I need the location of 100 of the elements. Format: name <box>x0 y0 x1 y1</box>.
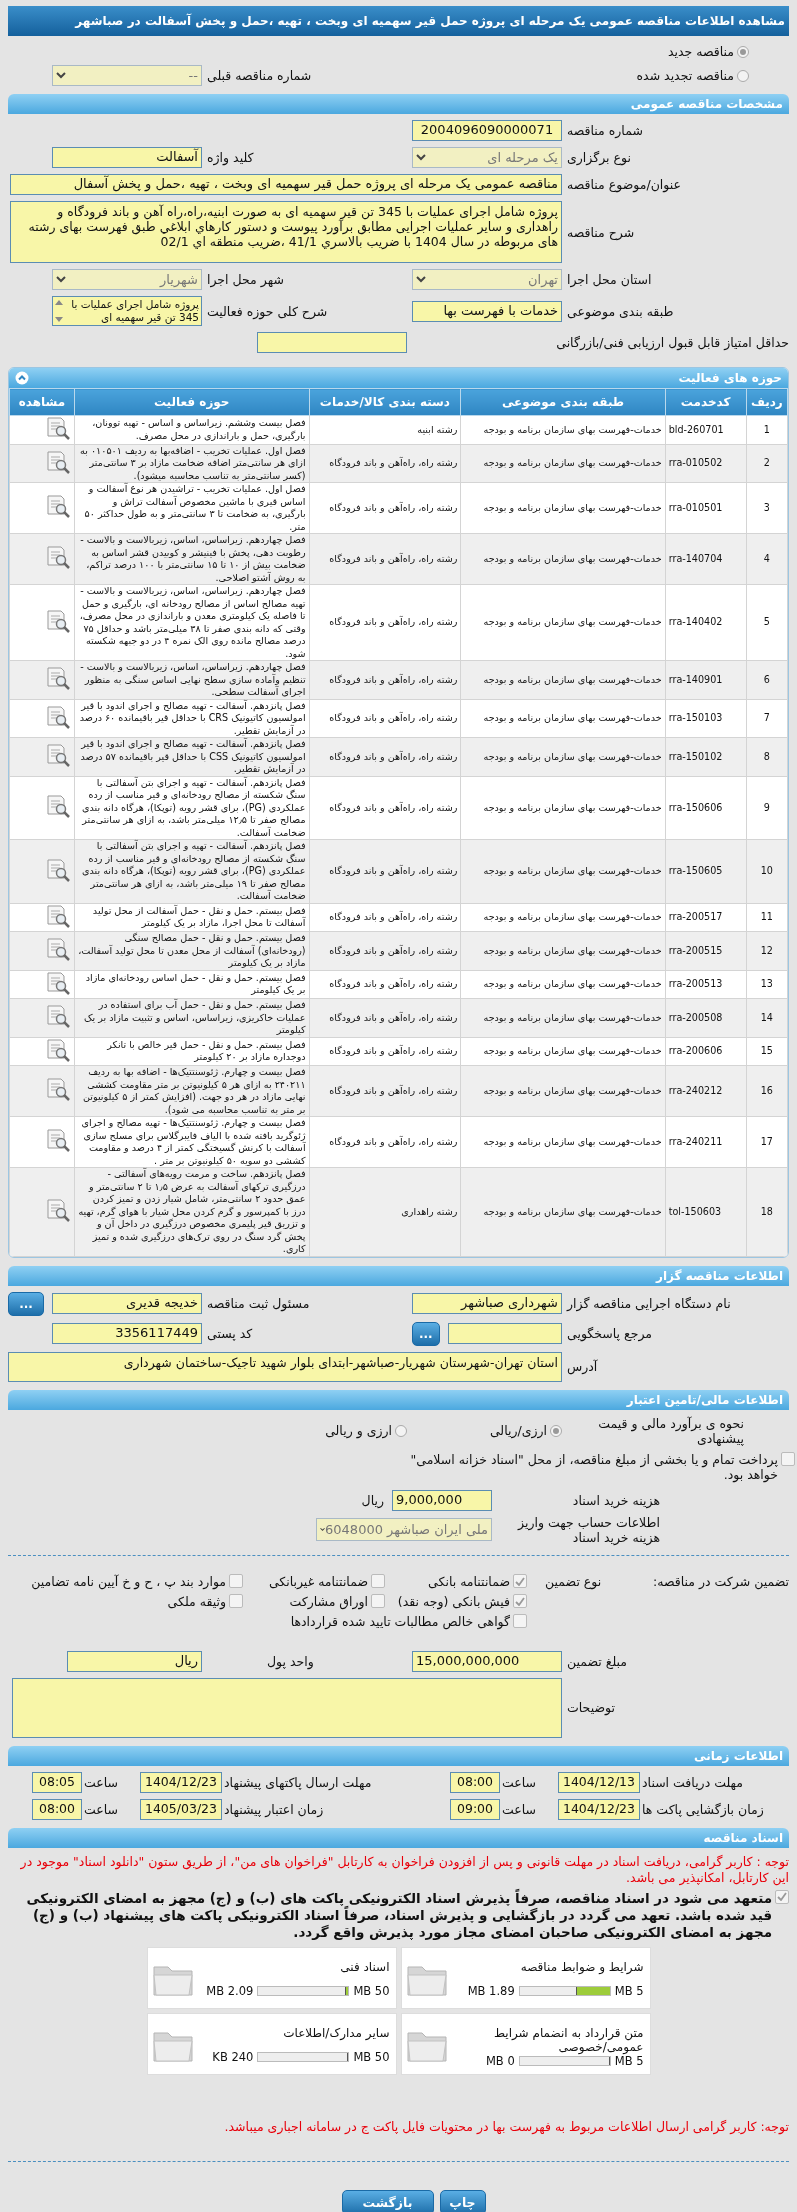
table-cell: رشته راهداری <box>309 1167 461 1256</box>
table-cell: خدمات-فهرست بهای سازمان برنامه و بودجه <box>460 839 666 903</box>
table-cell: فصل چهاردهم. زیراساس، اساس، زیربالاست و بالاست - تنظیم وآماده سازی سطح نهایی اساس سنگی به منظور اجرای آسفالت سطحی. <box>74 660 310 699</box>
date-field[interactable]: 08:00 <box>450 1771 500 1793</box>
checkbox[interactable] <box>775 1889 789 1904</box>
text-field[interactable]: خدیجه قدیری <box>52 1293 202 1314</box>
document-search-icon[interactable] <box>44 743 71 767</box>
date-field[interactable]: 1405/03/23 <box>140 1798 222 1820</box>
checkbox[interactable] <box>229 1574 244 1588</box>
radio-option[interactable]: مناقصه تجدید شده <box>567 68 789 83</box>
radio-button[interactable] <box>737 69 749 82</box>
table-cell: فصل پانزدهم. آسفالت - تهیه مصالح و اجرای اندود با قیر امولسیون کاتیونیک CSS با حداقل قیر باقیمانده ۵۷ درصد در آزمایش تقطیر. <box>74 737 310 776</box>
date-field[interactable]: 1404/12/23 <box>140 1771 222 1793</box>
field-label: تضمین شرکت در مناقصه: <box>653 1573 789 1592</box>
checkbox-option[interactable]: ضمانتنامه بانکی <box>428 1573 528 1589</box>
document-search-icon[interactable] <box>44 608 71 633</box>
document-search-icon[interactable] <box>44 1037 71 1062</box>
document-search-icon[interactable] <box>44 1077 71 1102</box>
radio-button[interactable] <box>395 1424 407 1437</box>
document-search-icon[interactable] <box>44 1128 71 1153</box>
dropdown[interactable]: یک مرحله ای <box>412 147 562 168</box>
document-search-icon[interactable] <box>44 704 71 729</box>
document-search-icon[interactable] <box>44 937 71 961</box>
field-label: ساعت <box>501 1801 537 1817</box>
radio-option[interactable]: ارزی/ریالی <box>412 1423 562 1438</box>
radio-option[interactable]: ارزی و ریالی <box>207 1423 407 1438</box>
radio-button[interactable] <box>737 45 749 58</box>
table-cell: 2 <box>746 444 788 483</box>
table-cell: rra-200515 <box>665 931 747 970</box>
dropdown[interactable]: ملی ایران صباشهر 6048000 <box>316 1518 492 1541</box>
checkbox[interactable] <box>371 1574 386 1588</box>
table-cell: rra-140402 <box>665 584 747 661</box>
browse-button[interactable]: ... <box>8 1291 44 1316</box>
checkbox[interactable] <box>513 1574 528 1588</box>
table-cell: خدمات-فهرست بهای سازمان برنامه و بودجه <box>460 970 666 999</box>
document-search-icon[interactable] <box>44 494 71 519</box>
dropdown[interactable]: تهران <box>412 269 562 290</box>
checkbox[interactable] <box>513 1594 528 1608</box>
document-search-icon[interactable] <box>44 970 71 995</box>
dropdown[interactable]: -- <box>52 65 202 86</box>
text-field[interactable]: 15,000,000,000 <box>412 1650 562 1672</box>
checkbox[interactable] <box>371 1594 386 1608</box>
text-field[interactable]: شهرداری صباشهر <box>412 1293 562 1314</box>
date-field[interactable]: 08:00 <box>32 1798 82 1820</box>
document-search-icon[interactable] <box>44 857 71 882</box>
field-label: مرجع پاسخگویی <box>567 1326 654 1341</box>
document-search-icon[interactable] <box>44 666 71 690</box>
date-field[interactable]: 1404/12/13 <box>558 1771 640 1793</box>
checkbox[interactable] <box>229 1594 244 1608</box>
checkbox[interactable] <box>781 1451 795 1466</box>
unit-label: ریال <box>361 1492 384 1508</box>
table-cell: فصل بیست و چهارم. ژئوسنتتیک‌ها - اضافه بها به ردیف ۲۴۰۲۱۱ به ازای هر ۵ کیلونیوتن بر متر مقاومت کششی نهایی مازاد در هر دو جهت. (افزایش کمتر از ۵ کیلونیوتن بر متر به تناسب محاسبه می شود). <box>74 1065 310 1117</box>
document-search-icon[interactable] <box>44 1004 71 1028</box>
text-field[interactable]: ریال <box>67 1650 202 1672</box>
column-header: مشاهده <box>9 388 75 416</box>
table-cell: 6 <box>746 660 788 699</box>
document-search-icon[interactable] <box>44 416 71 440</box>
table-cell: رشته راه، راه‌آهن و باند فرودگاه <box>309 444 461 483</box>
field-label: نحوه ی برآورد مالی و قیمت پیشنهادی <box>597 1415 745 1446</box>
text-field[interactable] <box>257 332 407 353</box>
page-title: مشاهده اطلاعات مناقصه عمومی یک مرحله ای پروژه حمل قیر سهمیه ای وبخت ، تهیه ،حمل و پخش آسفالت در صباشهر <box>8 6 789 36</box>
text-field[interactable]: 9,000,000 <box>392 1489 492 1511</box>
text-field[interactable]: 3356117449 <box>52 1323 202 1344</box>
table-cell: 12 <box>746 931 788 970</box>
date-field[interactable]: 08:05 <box>32 1771 82 1793</box>
checkbox-option[interactable]: اوراق مشارکت <box>289 1593 386 1609</box>
collapse-icon[interactable] <box>15 371 29 385</box>
document-search-icon[interactable] <box>44 1198 71 1222</box>
checkbox-option[interactable]: وثیقه ملکی <box>167 1593 244 1609</box>
checkbox[interactable] <box>513 1614 528 1628</box>
dropdown[interactable]: شهریار <box>52 269 202 290</box>
text-field[interactable] <box>447 1323 562 1344</box>
radio-button[interactable] <box>550 1424 562 1437</box>
field-label: زمان اعتبار پیشنهاد <box>223 1801 325 1817</box>
text-area[interactable]: استان تهران-شهرستان شهریار-صباشهر-ابتدای بلوار شهید تاجیک-ساختمان شهرداری <box>8 1351 562 1382</box>
list-box[interactable]: پروژه شامل اجرای عملیات با 345 تن قیر سهمیه ای <box>52 296 202 326</box>
text-area[interactable] <box>12 1677 562 1738</box>
document-search-icon[interactable] <box>44 903 71 928</box>
text-field[interactable]: مناقصه عمومی یک مرحله ای پروژه حمل قیر سهمیه ای وبخت ، تهیه ،حمل و پخش آسفال <box>10 174 562 195</box>
table-cell: رشته راه، راه‌آهن و باند فرودگاه <box>309 970 461 999</box>
date-field[interactable]: 1404/12/23 <box>558 1798 640 1820</box>
radio-label: ارزی و ریالی <box>325 1423 392 1438</box>
table-cell: خدمات-فهرست بهای سازمان برنامه و بودجه <box>460 737 666 776</box>
size-limit: 50 MB <box>353 1983 390 1998</box>
text-area[interactable]: پروژه شامل اجرای عملیات با 345 تن قیر سهمیه ای به صورت ابنیه،راه،راه آهن و باند فرودگاه و راهداری و سایر عملیات اجرایی مطابق برآورد پیوست و دستور کارهاي ابلاغي طبق فهرست بهای رشته های مربوطه در سال 1404 با ضریب بالاسري 41/1 ،ضریب منطقه اي 02/1 <box>10 201 562 263</box>
date-field[interactable]: 09:00 <box>450 1798 500 1820</box>
text-field[interactable]: 2004096090000071 <box>412 120 562 141</box>
action-button[interactable]: چاپ <box>439 2189 486 2212</box>
table-cell: فصل چهاردهم. زیراساس، اساس، زیربالاست و بالاست - رطوبت دهی، پخش با فینیشر و کوبیدن قشر اساس به ضخامت بیش از ۱۰ تا ۱۵ سانتی‌متر با ۱۰۰ درصد تراکم، به روش آشتو اصلاحی. <box>74 533 310 585</box>
document-search-icon[interactable] <box>44 794 71 818</box>
notice-text: توجه : کاربر گرامی، دریافت اسناد در مهلت قانونی و پس از افزودن فراخوان به کارتابل "فراخوان های من"، از طریق ستون "دانلود اسناد" موجود در این کارتابل، امکانپذیر می باشد. <box>19 1853 789 1886</box>
radio-option[interactable]: مناقصه جدید <box>567 44 789 59</box>
table-cell: خدمات-فهرست بهای سازمان برنامه و بودجه <box>460 998 666 1037</box>
action-button[interactable]: بازگشت <box>341 2189 434 2212</box>
document-search-icon[interactable] <box>44 449 71 474</box>
text-field[interactable]: خدمات با فهرست بها <box>412 300 562 322</box>
document-search-icon[interactable] <box>44 545 71 570</box>
text-field[interactable]: آسفالت <box>52 147 202 168</box>
browse-button[interactable]: ... <box>412 1321 440 1346</box>
table-cell: rra-150103 <box>665 699 747 738</box>
